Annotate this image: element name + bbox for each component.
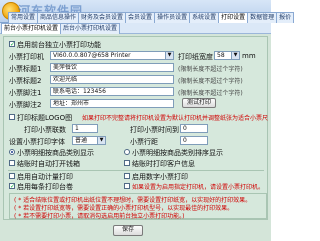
desc-line-3: ( * 若不需要打印小票，请取消勾选启用前台独立小票打印功能。)	[14, 213, 185, 220]
digital-ticket-label: 启用数字小票打印	[132, 173, 188, 181]
top-header: 河东软件园 常用设置 商品信息操作 财务及会员设置 会员设置 操作员设置 系统设…	[0, 0, 295, 23]
settings-group: ✓ 启用前台独立小票打印功能 小票打印机 VI60.0.0.807@658 Pr…	[3, 36, 268, 220]
tab-finance[interactable]: 财务及会员设置	[78, 12, 127, 23]
auto-weigh-label: 启用自动计量打印	[17, 173, 73, 181]
enable-printer-label: 启用前台独立小票打印功能	[17, 41, 101, 49]
tab-member[interactable]: 会员设置	[125, 12, 156, 23]
warning-text: 如果打印不完整请将打印机设置为默认打印机并调整纸张为适合小票尺寸	[82, 115, 268, 122]
copies-label: 打印小票联数	[24, 126, 66, 134]
footer2-label: 小票脚注2	[9, 101, 42, 109]
footer1-label: 小票脚注1	[9, 89, 42, 97]
main-tabs: 常用设置 商品信息操作 财务及会员设置 会员设置 操作员设置 系统设置 打印设置…	[8, 12, 295, 23]
print-logo-label: 打印标题LOGO图	[17, 114, 73, 122]
title2-label: 小票标题2	[9, 77, 42, 85]
roll-print-label: 启用每条打印台卷	[17, 183, 73, 191]
title2-hint: (限制长度不超过个字符)	[178, 78, 243, 85]
print-customer-checkbox[interactable]	[124, 160, 130, 166]
divider	[8, 170, 264, 171]
chevron-down-icon: ▼	[165, 52, 173, 59]
open-drawer-checkbox[interactable]	[9, 160, 15, 166]
description-box: ( * 适合结账位置或打印机出纸位置不理想时，需要设置打印纸宽，以实现好的打印效…	[9, 193, 267, 220]
printer-port-value: VI60.0.0.807@658 Printer	[53, 52, 131, 59]
title1-input[interactable]: 美萍餐饮	[50, 63, 174, 72]
printer-port-label: 小票打印机	[9, 53, 44, 61]
auto-weigh-checkbox[interactable]	[9, 173, 15, 179]
category-display-label: 小票明细按商品类别显示	[17, 149, 94, 157]
tab-common[interactable]: 常用设置	[8, 12, 39, 23]
title2-input[interactable]: 欢迎光临	[50, 75, 174, 84]
font-value: 普通	[75, 137, 88, 144]
tab-print[interactable]: 打印设置	[218, 12, 249, 23]
open-drawer-label: 结账时自动打开钱箱	[17, 160, 80, 168]
test-print-button[interactable]: 测试打印	[182, 98, 216, 108]
paper-width-label: 打印纸宽度	[178, 53, 213, 61]
paper-width-select[interactable]: 58 ▼	[214, 51, 240, 60]
title1-label: 小票标题1	[9, 65, 42, 73]
print-customer-label: 结账时打印客户信息	[132, 160, 195, 168]
copies-input[interactable]: 1	[72, 124, 98, 133]
footer2-input[interactable]: 地址：郑州市	[50, 99, 174, 108]
time-label: 打印小票时间到	[130, 126, 179, 134]
font-select[interactable]: 普通 ▼	[72, 136, 106, 145]
sub-tabs: 前台小票打印机设置 后台小票打印机设置	[0, 23, 271, 34]
tab-data[interactable]: 数据管理	[247, 12, 278, 23]
settings-panel: ✓ 启用前台独立小票打印功能 小票打印机 VI60.0.0.807@658 Pr…	[0, 34, 271, 241]
printer-port-select[interactable]: VI60.0.0.807@658 Printer ▼	[50, 51, 174, 60]
time-input[interactable]: 0	[180, 124, 208, 133]
category-sort-label: 小票明细按商品类别排序显示	[132, 149, 223, 157]
chevron-down-icon: ▼	[97, 137, 105, 144]
tab-back-printer[interactable]: 后台小票打印机设置	[60, 23, 121, 34]
auto-close-checkbox[interactable]	[124, 183, 130, 189]
digital-ticket-checkbox[interactable]	[124, 173, 130, 179]
tab-product[interactable]: 商品信息操作	[37, 12, 80, 23]
save-button[interactable]: 保存	[113, 225, 143, 236]
row-spacing-label: 小票行距	[130, 138, 158, 146]
chevron-down-icon: ▼	[231, 52, 239, 59]
tab-front-printer[interactable]: 前台小票打印机设置	[1, 23, 62, 34]
footer1-hint: (限制长度不超过个字符)	[178, 90, 243, 97]
paper-width-unit: mm	[242, 52, 256, 60]
row-spacing-input[interactable]: 0	[180, 136, 208, 145]
category-display-radio[interactable]	[9, 149, 15, 155]
tab-operator[interactable]: 操作员设置	[154, 12, 191, 23]
category-sort-radio[interactable]	[124, 149, 130, 155]
roll-print-checkbox[interactable]: ✓	[9, 183, 15, 190]
footer-note: 如果设置为启用指定打印机，请设置小票打印机。	[132, 184, 265, 191]
title1-hint: (限制长度不超过个字符)	[178, 66, 243, 73]
tab-system[interactable]: 系统设置	[189, 12, 220, 23]
enable-printer-checkbox[interactable]: ✓	[9, 41, 15, 48]
footer1-input[interactable]: 联系电话：123456	[50, 87, 174, 96]
tab-report[interactable]: 报价	[276, 12, 295, 23]
print-logo-checkbox[interactable]	[9, 114, 15, 120]
paper-width-value: 58	[217, 52, 225, 59]
font-label: 设置小票打印字体	[9, 138, 65, 146]
